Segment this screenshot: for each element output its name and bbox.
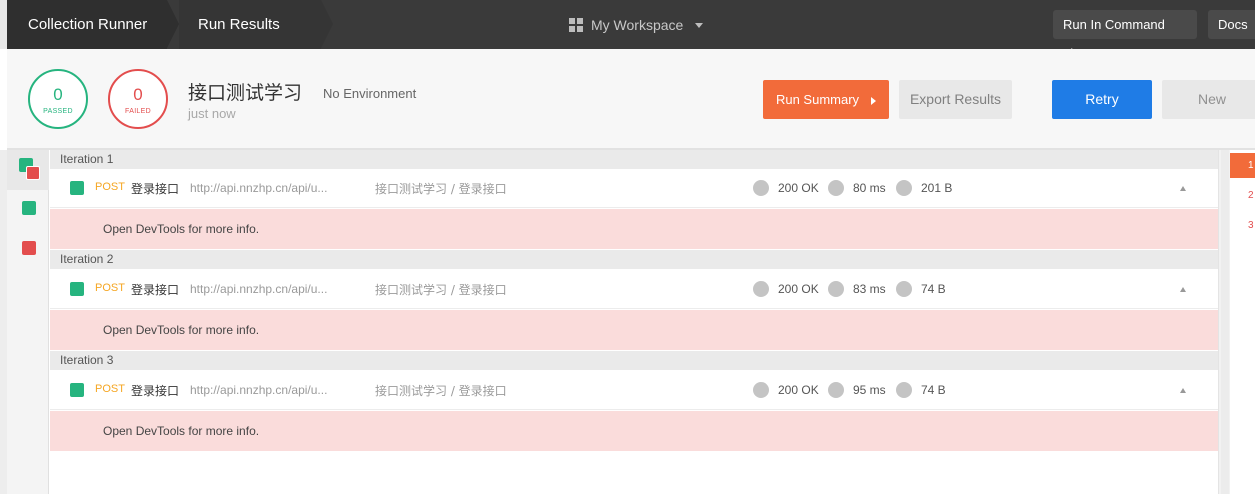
time-value: 80 ms [853, 181, 886, 195]
size-value: 74 B [921, 383, 946, 397]
request-row[interactable]: POST 登录接口 http://api.nnzhp.cn/api/u... 接… [50, 270, 1218, 309]
results-scrollbar[interactable] [1218, 150, 1230, 494]
status-dot-icon [753, 281, 769, 297]
iteration-index-item[interactable]: 1 [1230, 153, 1255, 178]
run-summary-button[interactable]: Run Summary [763, 80, 889, 119]
request-url: http://api.nnzhp.cn/api/u... [190, 282, 328, 296]
grid-icon [569, 18, 583, 32]
response-status: 200 OK [753, 281, 819, 297]
size-dot-icon [896, 382, 912, 398]
passed-counter: 0 PASSED [28, 69, 88, 129]
request-path: 接口测试学习 / 登录接口 [375, 283, 507, 297]
status-code: 200 OK [778, 282, 819, 296]
breadcrumb-collection-runner[interactable]: Collection Runner [7, 0, 167, 49]
chevron-up-icon[interactable] [1180, 388, 1186, 393]
export-results-button[interactable]: Export Results [899, 80, 1012, 119]
error-message: Open DevTools for more info. [50, 310, 1218, 350]
play-icon [871, 96, 877, 105]
chevron-up-icon[interactable] [1180, 186, 1186, 191]
size-dot-icon [896, 180, 912, 196]
request-name: 登录接口 [131, 283, 180, 297]
workspace-switcher[interactable]: My Workspace [569, 15, 704, 35]
new-button[interactable]: New [1162, 80, 1255, 119]
scrollbar-thumb[interactable] [1221, 150, 1229, 494]
iteration-header: Iteration 1 [50, 150, 1218, 169]
request-path: 接口测试学习 / 登录接口 [375, 384, 507, 398]
environment-label: No Environment [323, 86, 417, 101]
response-time: 95 ms [828, 382, 886, 398]
error-message: Open DevTools for more info. [50, 411, 1218, 451]
run-in-command-line-button[interactable]: Run In Command Line [1053, 10, 1197, 61]
time-dot-icon [828, 382, 844, 398]
docs-button[interactable]: Docs [1208, 10, 1255, 39]
breadcrumb-separator [321, 0, 333, 48]
passed-count: 0 [53, 85, 63, 104]
status-dot-icon [753, 180, 769, 196]
iteration-index-item[interactable]: 2 [1230, 183, 1255, 208]
request-method: POST [95, 181, 125, 193]
request-method: POST [95, 282, 125, 294]
response-size: 74 B [896, 281, 946, 297]
request-path: 接口测试学习 / 登录接口 [375, 182, 507, 196]
iteration-header: Iteration 2 [50, 250, 1218, 269]
size-value: 74 B [921, 282, 946, 296]
request-row[interactable]: POST 登录接口 http://api.nnzhp.cn/api/u... 接… [50, 169, 1218, 208]
failed-count: 0 [133, 85, 143, 104]
window-edge [0, 150, 7, 494]
iteration-index: 1 2 3 [1230, 150, 1255, 494]
retry-button[interactable]: Retry [1052, 80, 1152, 119]
status-dot-icon [753, 382, 769, 398]
filter-all[interactable] [7, 150, 49, 190]
iteration-index-item[interactable]: 3 [1230, 213, 1255, 238]
status-square-icon [70, 181, 84, 195]
time-value: 83 ms [853, 282, 886, 296]
request-name: 登录接口 [131, 182, 180, 196]
failed-label: FAILED [125, 108, 151, 115]
response-time: 80 ms [828, 180, 886, 196]
run-timestamp: just now [188, 106, 236, 121]
breadcrumb-separator [167, 0, 179, 48]
status-code: 200 OK [778, 181, 819, 195]
run-summary-header: 0 PASSED 0 FAILED 接口测试学习 No Environment … [7, 49, 1255, 150]
failed-counter: 0 FAILED [108, 69, 168, 129]
size-dot-icon [896, 281, 912, 297]
status-square-icon [70, 282, 84, 296]
status-square-icon [70, 383, 84, 397]
time-dot-icon [828, 180, 844, 196]
top-bar: Collection Runner Run Results My Workspa… [0, 0, 1255, 61]
response-size: 201 B [896, 180, 952, 196]
request-url: http://api.nnzhp.cn/api/u... [190, 181, 328, 195]
workspace-label: My Workspace [591, 17, 684, 33]
window-edge [0, 0, 7, 49]
all-results-red-icon [26, 166, 40, 180]
response-time: 83 ms [828, 281, 886, 297]
response-size: 74 B [896, 382, 946, 398]
collection-name: 接口测试学习 [188, 82, 303, 104]
size-value: 201 B [921, 181, 953, 195]
passed-label: PASSED [43, 108, 73, 115]
request-name: 登录接口 [131, 384, 180, 398]
request-row[interactable]: POST 登录接口 http://api.nnzhp.cn/api/u... 接… [50, 371, 1218, 410]
request-method: POST [95, 383, 125, 395]
chevron-down-icon [695, 22, 704, 28]
time-dot-icon [828, 281, 844, 297]
status-code: 200 OK [778, 383, 819, 397]
run-summary-label: Run Summary [775, 92, 860, 107]
iteration-header: Iteration 3 [50, 351, 1218, 370]
filter-failed-icon[interactable] [22, 241, 36, 255]
response-status: 200 OK [753, 180, 819, 196]
error-message: Open DevTools for more info. [50, 209, 1218, 249]
chevron-up-icon[interactable] [1180, 287, 1186, 292]
response-status: 200 OK [753, 382, 819, 398]
filter-passed-icon[interactable] [22, 201, 36, 215]
request-url: http://api.nnzhp.cn/api/u... [190, 383, 328, 397]
time-value: 95 ms [853, 383, 886, 397]
breadcrumb-run-results[interactable]: Run Results [179, 0, 321, 49]
result-filter-sidebar [7, 150, 49, 494]
